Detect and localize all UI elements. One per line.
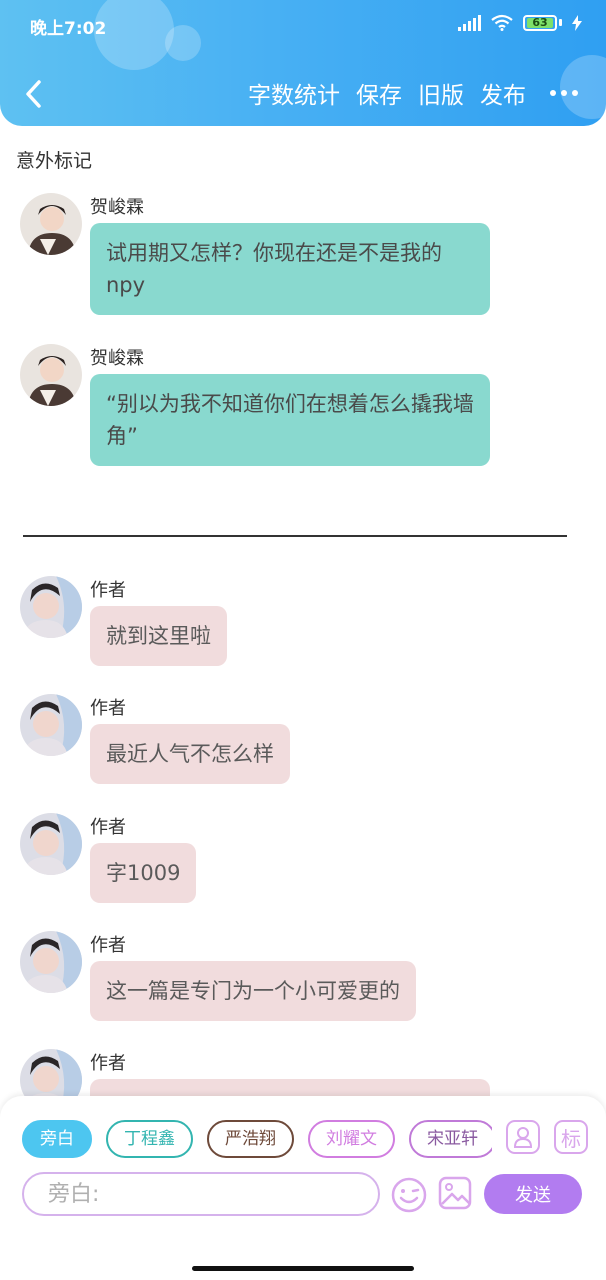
- publish-button[interactable]: 发布: [480, 76, 526, 110]
- chip-narrator[interactable]: 旁白: [22, 1120, 92, 1158]
- message-input-wrapper: [22, 1172, 380, 1216]
- save-button[interactable]: 保存: [356, 76, 402, 110]
- story-title: 意外标记: [16, 150, 93, 172]
- status-icons: 63: [458, 14, 582, 31]
- message-bubble[interactable]: 试用期又怎样？你现在还是不是我的npy: [90, 223, 490, 315]
- word-count-button[interactable]: 字数统计: [248, 76, 340, 110]
- avatar[interactable]: [20, 576, 82, 638]
- section-divider: [23, 535, 567, 537]
- send-button[interactable]: 发送: [484, 1174, 582, 1214]
- sender-name: 作者: [90, 935, 126, 956]
- message-bubble[interactable]: 字1009: [90, 843, 197, 903]
- avatar[interactable]: [20, 344, 82, 406]
- back-button[interactable]: [18, 74, 48, 114]
- message-bubble[interactable]: “别以为我不知道你们在想着怎么撬我墙角”: [90, 374, 490, 466]
- chip-character[interactable]: 宋亚轩: [409, 1120, 492, 1158]
- sender-name: 作者: [90, 817, 126, 838]
- message-bubble[interactable]: 就到这里啦: [90, 606, 227, 666]
- chip-scroller[interactable]: 旁白 丁程鑫 严浩翔 刘耀文 宋亚轩: [22, 1120, 492, 1162]
- chip-character[interactable]: 刘耀文: [308, 1120, 395, 1158]
- message-bubble[interactable]: 这一篇是专门为一个小可爱更的: [90, 961, 416, 1021]
- status-time: 晚上7:02: [30, 19, 107, 39]
- avatar[interactable]: [20, 931, 82, 993]
- avatar[interactable]: [20, 694, 82, 756]
- chip-character[interactable]: 严浩翔: [207, 1120, 294, 1158]
- avatar[interactable]: [20, 813, 82, 875]
- user-icon: [513, 1127, 533, 1148]
- old-version-button[interactable]: 旧版: [418, 76, 464, 110]
- sender-name: 作者: [90, 1053, 126, 1074]
- top-header: 晚上7:02 63 字数统计 保存 旧版 发布: [0, 0, 606, 126]
- sender-name: 贺峻霖: [90, 348, 144, 369]
- battery-level: 63: [527, 17, 553, 28]
- sender-name: 作者: [90, 580, 126, 601]
- signal-icon: [458, 14, 481, 31]
- wifi-icon: [491, 14, 513, 31]
- header-actions: 字数统计 保存 旧版 发布: [248, 76, 578, 110]
- message-bubble[interactable]: 最近人气不怎么样: [90, 724, 290, 784]
- battery-icon: 63: [523, 14, 562, 31]
- more-dots-icon[interactable]: [550, 90, 578, 96]
- mark-button[interactable]: 标: [554, 1120, 588, 1154]
- composer-panel: 旁白 丁程鑫 严浩翔 刘耀文 宋亚轩 标 发送: [0, 1096, 606, 1280]
- emoji-icon[interactable]: [390, 1176, 428, 1214]
- message-input[interactable]: [48, 1181, 354, 1207]
- avatar[interactable]: [20, 193, 82, 255]
- sender-name: 作者: [90, 698, 126, 719]
- decor-bubble: [165, 25, 201, 61]
- chip-character[interactable]: 丁程鑫: [106, 1120, 193, 1158]
- sender-name: 贺峻霖: [90, 197, 144, 218]
- image-icon[interactable]: [438, 1176, 472, 1210]
- chevron-left-icon: [26, 80, 41, 108]
- home-indicator[interactable]: [192, 1266, 414, 1271]
- add-role-button[interactable]: [506, 1120, 540, 1154]
- charging-icon: [572, 14, 582, 31]
- side-tools: 标: [506, 1120, 588, 1154]
